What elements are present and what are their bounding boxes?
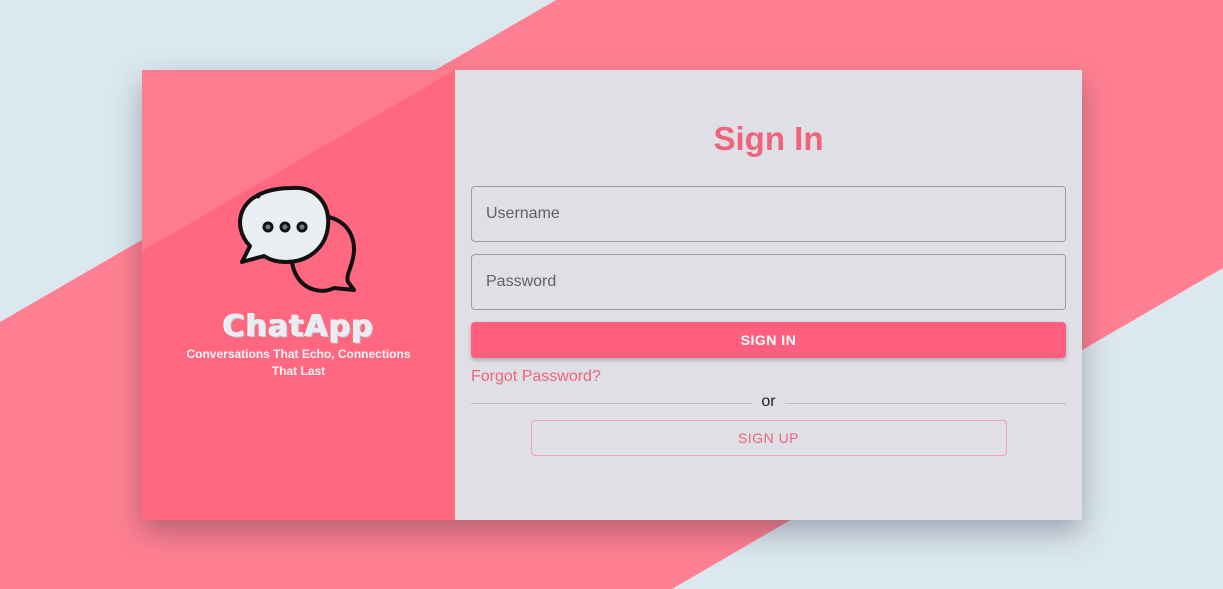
or-divider: or <box>471 392 1066 414</box>
forgot-password-link[interactable]: Forgot Password? <box>471 368 601 386</box>
app-tagline: Conversations That Echo, Connections Tha… <box>186 347 411 378</box>
page-title: Sign In <box>713 120 824 157</box>
app-name: ChatApp <box>222 309 375 344</box>
password-input[interactable] <box>471 254 1066 310</box>
brand-block: ChatApp Conversations That Echo, Connect… <box>142 182 455 380</box>
login-card: ChatApp Conversations That Echo, Connect… <box>142 70 1082 520</box>
signin-button[interactable]: SIGN IN <box>471 322 1066 358</box>
chat-bubbles-icon <box>237 185 356 293</box>
signin-panel: Sign In SIGN IN Forgot Password? or SIGN… <box>455 70 1082 520</box>
brand-panel: ChatApp Conversations That Echo, Connect… <box>142 70 455 520</box>
username-input[interactable] <box>471 186 1066 242</box>
login-page: ChatApp Conversations That Echo, Connect… <box>0 0 1223 589</box>
signin-form: Sign In SIGN IN Forgot Password? or SIGN… <box>471 70 1066 456</box>
divider-text: or <box>761 393 776 410</box>
divider-line-right <box>785 403 1066 404</box>
signup-button[interactable]: SIGN UP <box>530 420 1007 456</box>
